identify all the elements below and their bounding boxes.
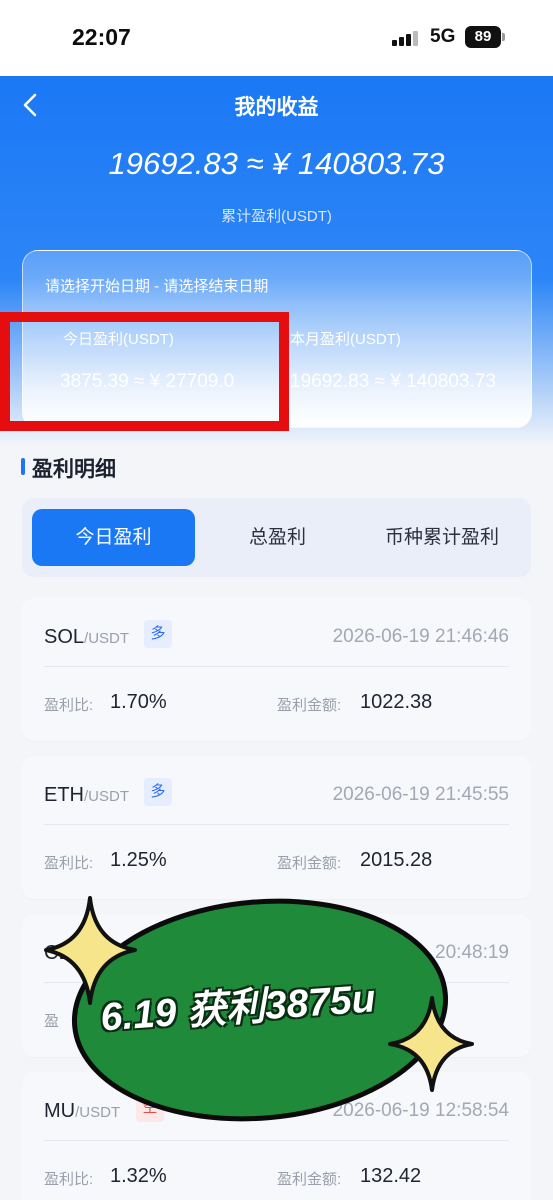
- date-range-picker[interactable]: 请选择开始日期 - 请选择结束日期: [45, 275, 268, 296]
- profit-tabs: 今日盈利 总盈利 币种累计盈利: [22, 498, 531, 577]
- divider: [44, 1140, 509, 1141]
- list-item[interactable]: ETH/USDT 多 2026-06-19 21:45:55 盈利比: 1.25…: [22, 756, 531, 899]
- divider: [44, 666, 509, 667]
- month-profit-label: 本月盈利(USDT): [290, 331, 401, 348]
- tab-coin-cumulative-profit[interactable]: 币种累计盈利: [362, 509, 522, 566]
- profit-amount-value: 2015.28: [360, 849, 433, 871]
- tab-today-profit[interactable]: 今日盈利: [32, 509, 195, 566]
- profit-rate-value: 1.25%: [110, 849, 167, 871]
- profit-amount-label: 盈利金额:: [277, 697, 342, 714]
- profit-rate-label: 盈利比:: [44, 1171, 94, 1188]
- list-item[interactable]: SOL/USDT 多 2026-06-19 21:46:46 盈利比: 1.70…: [22, 598, 531, 741]
- battery-tip: [502, 33, 505, 41]
- signal-icon: [392, 30, 420, 46]
- profit-rate-label: 盈利比:: [44, 697, 94, 714]
- section-title: 盈利明细: [32, 458, 116, 481]
- record-base: SOL: [44, 626, 85, 648]
- status-bar: 22:07 5G 89: [0, 0, 553, 76]
- profit-amount-value: 132.42: [360, 1165, 422, 1187]
- profit-amount-label: 盈利金额:: [277, 1171, 342, 1188]
- network-label: 5G: [430, 26, 456, 47]
- record-quote: /USDT: [84, 630, 130, 647]
- profit-amount-value: 1022.38: [360, 691, 433, 713]
- profit-amount-label: 盈利金额:: [277, 855, 342, 872]
- divider: [44, 824, 509, 825]
- section-title-accent: [21, 458, 25, 475]
- record-time: 2026-06-19 21:46:46: [332, 626, 509, 647]
- record-symbol: SOL/USDT: [44, 626, 129, 649]
- profit-rate-value: 1.32%: [110, 1165, 167, 1187]
- record-symbol: ETH/USDT: [44, 784, 129, 807]
- profit-rate-label: 盈利比:: [44, 855, 94, 872]
- status-time: 22:07: [72, 24, 131, 50]
- page-title: 我的收益: [234, 96, 319, 119]
- record-time: 2026-06-19 21:45:55: [332, 784, 509, 805]
- red-highlight-annotation: [0, 312, 289, 431]
- side-badge: 多: [144, 778, 172, 806]
- tab-total-profit[interactable]: 总盈利: [200, 509, 355, 566]
- battery-icon: 89: [465, 26, 501, 48]
- record-quote: /USDT: [84, 788, 129, 805]
- side-badge: 多: [144, 620, 172, 648]
- total-profit-label: 累计盈利(USDT): [221, 208, 332, 225]
- total-profit-amount: 19692.83 ≈ ¥ 140803.73: [108, 146, 445, 181]
- profit-rate-value: 1.70%: [110, 691, 167, 713]
- month-profit-value: 19692.83 ≈ ¥ 140803.73: [290, 371, 496, 392]
- record-base: ETH: [44, 784, 84, 806]
